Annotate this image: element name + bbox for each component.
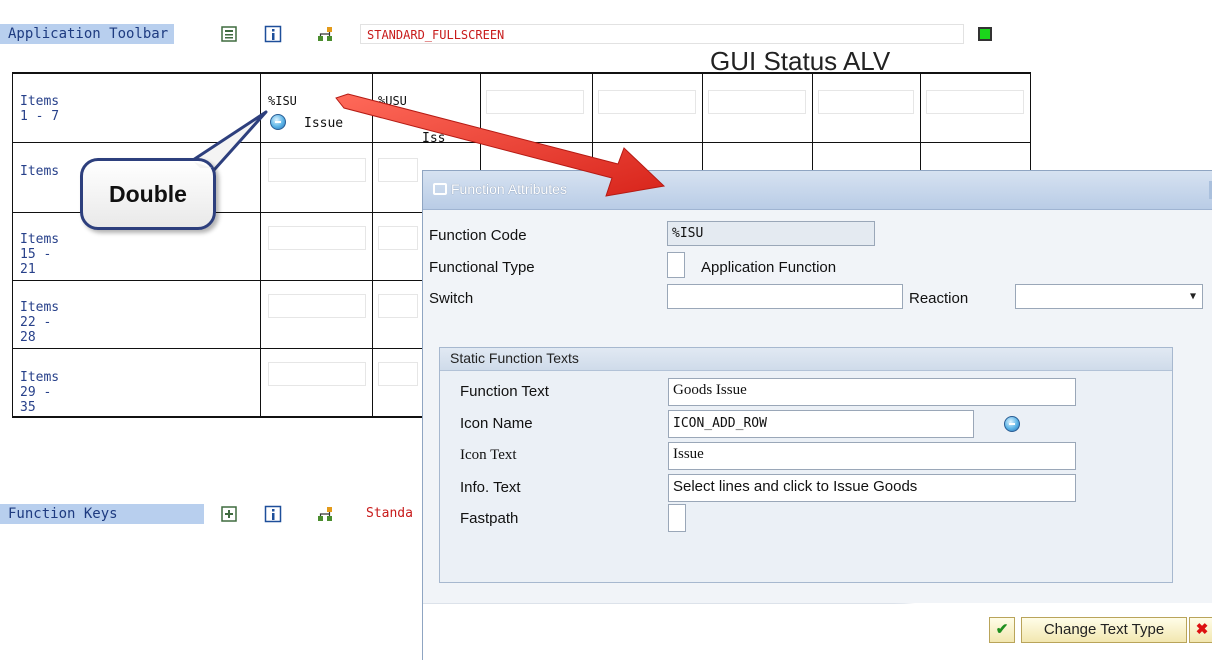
functional-type-checkbox[interactable] bbox=[667, 252, 685, 278]
row-label-2: Items bbox=[20, 164, 60, 179]
switch-field[interactable] bbox=[667, 284, 903, 309]
add-row-icon bbox=[270, 114, 286, 130]
icon-text-label: Icon Text bbox=[460, 447, 517, 463]
icon-text-field[interactable]: Issue bbox=[668, 442, 1076, 470]
change-text-type-button[interactable]: Change Text Type bbox=[1021, 617, 1187, 643]
checkmark-icon: ✔ bbox=[995, 621, 1009, 638]
function-slot[interactable] bbox=[378, 226, 418, 250]
function-text-label: Function Text bbox=[460, 383, 549, 400]
function-slot[interactable] bbox=[268, 362, 366, 386]
cancel-button[interactable]: ✖ bbox=[1189, 617, 1212, 643]
collapse-icon[interactable] bbox=[220, 25, 238, 43]
double-click-callout: Double bbox=[80, 158, 216, 230]
group-header: Static Function Texts bbox=[440, 348, 1172, 371]
fastpath-field[interactable] bbox=[668, 504, 686, 532]
dialog-button-bar: ✔ Change Text Type ✖ bbox=[423, 603, 1212, 663]
info-text-field[interactable]: Select lines and click to Issue Goods bbox=[668, 474, 1076, 502]
function-slot[interactable] bbox=[708, 90, 806, 114]
static-function-texts-group: Static Function Texts Function Text Good… bbox=[439, 347, 1173, 583]
reaction-label: Reaction bbox=[909, 290, 969, 307]
function-slot[interactable] bbox=[268, 226, 366, 250]
confirm-button[interactable]: ✔ bbox=[989, 617, 1015, 643]
info-icon[interactable] bbox=[264, 25, 282, 43]
function-slot[interactable] bbox=[268, 294, 366, 318]
dialog-title: Function Attributes bbox=[451, 181, 567, 197]
row-label-4: Items 22 - 28 bbox=[20, 300, 60, 345]
function-slot[interactable] bbox=[378, 294, 418, 318]
function-slot[interactable] bbox=[378, 158, 418, 182]
function-code-label: Function Code bbox=[429, 227, 527, 244]
dialog-title-bar: Function Attributes bbox=[423, 171, 1212, 210]
functional-type-value: Application Function bbox=[701, 259, 837, 276]
dialog-edit-icon bbox=[433, 183, 447, 195]
function-slot[interactable] bbox=[486, 90, 584, 114]
function-slot[interactable] bbox=[598, 90, 696, 114]
reaction-dropdown[interactable]: ▼ bbox=[1015, 284, 1203, 309]
row-label-1: Items 1 - 7 bbox=[20, 94, 60, 124]
function-code-field[interactable]: %ISU bbox=[667, 221, 875, 246]
close-icon: ✖ bbox=[1195, 621, 1209, 638]
application-toolbar-label: Application Toolbar bbox=[0, 24, 175, 44]
function-keys-label: Function Keys bbox=[0, 504, 204, 524]
switch-label: Switch bbox=[429, 290, 474, 307]
function-code-usu[interactable]: %USU bbox=[378, 94, 407, 108]
icon-name-label: Icon Name bbox=[460, 415, 533, 432]
row-label-3: Items 15 - 21 bbox=[20, 232, 60, 277]
row-label-5: Items 29 - 35 bbox=[20, 370, 60, 415]
status-name-field[interactable]: STANDARD_FULLSCREEN bbox=[360, 24, 964, 44]
add-row-icon bbox=[1004, 416, 1020, 432]
function-attributes-dialog: Function Attributes Function Code %ISU F… bbox=[422, 170, 1212, 663]
function-icon-text-unissue: Un Iss bbox=[422, 116, 446, 146]
group-title: Static Function Texts bbox=[450, 350, 579, 366]
function-slot[interactable] bbox=[268, 158, 366, 182]
functional-type-label: Functional Type bbox=[429, 259, 535, 276]
function-slot[interactable] bbox=[926, 90, 1024, 114]
info-text-label: Info. Text bbox=[460, 479, 521, 496]
function-text-field[interactable]: Goods Issue bbox=[668, 378, 1076, 406]
expand-icon[interactable] bbox=[220, 505, 238, 523]
hierarchy-icon[interactable] bbox=[316, 25, 334, 43]
icon-name-field[interactable]: ICON_ADD_ROW bbox=[668, 410, 974, 438]
function-slot[interactable] bbox=[378, 362, 418, 386]
status-indicator bbox=[978, 27, 992, 41]
function-slot[interactable] bbox=[818, 90, 914, 114]
function-code-isu[interactable]: %ISU bbox=[268, 94, 297, 108]
hierarchy-icon[interactable] bbox=[316, 505, 334, 523]
fastpath-label: Fastpath bbox=[460, 510, 519, 527]
chevron-down-icon[interactable]: ▼ bbox=[1190, 285, 1196, 308]
function-icon-text-issue: Issue bbox=[304, 116, 344, 131]
info-icon[interactable] bbox=[264, 505, 282, 523]
function-keys-status-name[interactable]: Standa bbox=[366, 506, 413, 521]
